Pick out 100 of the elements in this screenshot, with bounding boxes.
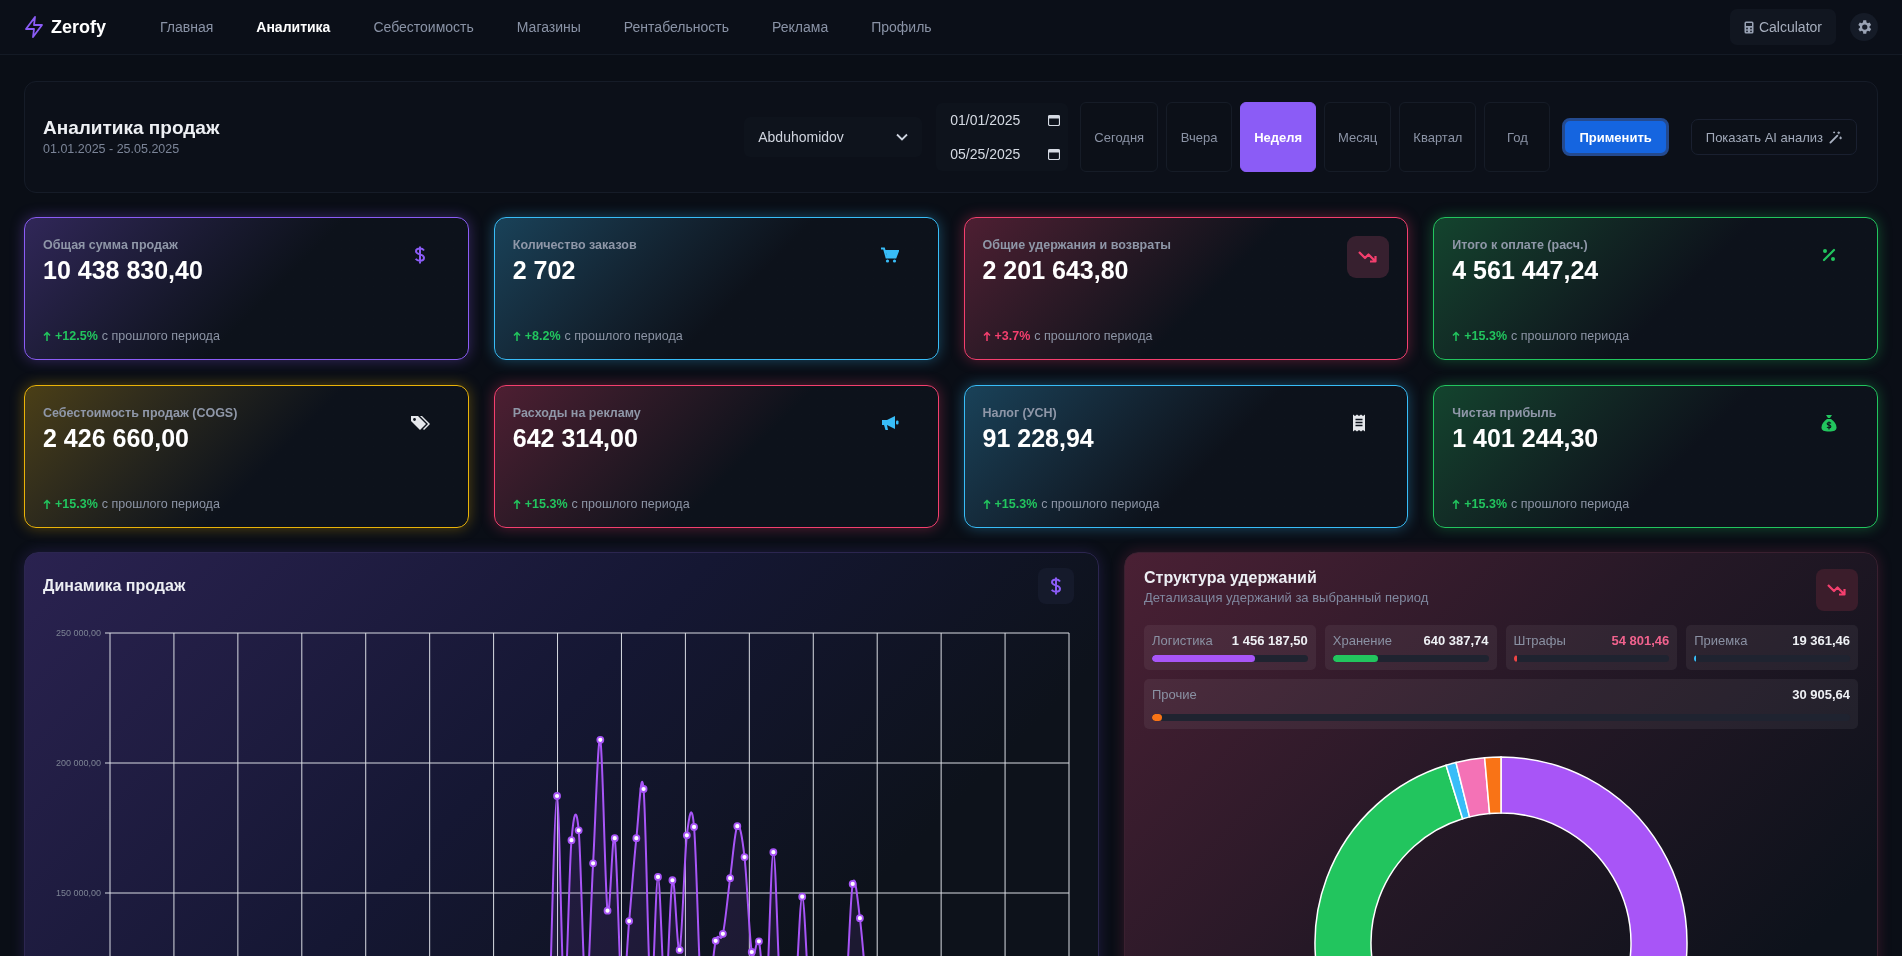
percent-icon	[1822, 248, 1836, 262]
point	[589, 859, 598, 868]
dollar-icon	[413, 246, 426, 264]
date-field[interactable]: 01/01/2025	[936, 103, 1069, 137]
y-axis-label: 200 000,00	[55, 758, 101, 768]
nav-link[interactable]: Магазины	[516, 19, 581, 35]
stat-value: 4 561 447,24	[1452, 256, 1599, 285]
period-button[interactable]: Неделя	[1240, 102, 1317, 172]
ai-analysis-button[interactable]: Показать AI анализ	[1690, 119, 1857, 155]
point	[610, 834, 619, 843]
nav-link[interactable]: Профиль	[871, 19, 932, 35]
period-button[interactable]: Квартал	[1399, 102, 1477, 172]
stat-value: 1 401 244,30	[1452, 424, 1599, 453]
point	[848, 880, 857, 888]
arrow-up-icon	[1452, 331, 1461, 341]
point	[733, 822, 742, 831]
change-percent: +3.7%	[994, 329, 1031, 343]
change-percent: +15.3%	[1464, 497, 1507, 511]
change-note: с прошлого периода	[1511, 497, 1630, 511]
calculator-button[interactable]: Calculator	[1729, 9, 1836, 45]
change-note: с прошлого периода	[101, 329, 220, 343]
point	[719, 929, 727, 938]
calendar-icon	[1048, 114, 1061, 126]
change-note: с прошлого периода	[1041, 497, 1160, 511]
deduction-value: 1 456 187,50	[1231, 633, 1308, 648]
point	[654, 872, 662, 881]
magic-wand-icon	[1829, 130, 1842, 144]
nav-link[interactable]: Себестоимость	[373, 19, 474, 35]
stat-value: 2 702	[512, 256, 576, 285]
nav-link[interactable]: Реклама	[772, 19, 829, 35]
y-axis-label: 150 000,00	[55, 888, 101, 898]
point	[553, 792, 561, 800]
change-percent: +15.3%	[55, 497, 98, 511]
megaphone-icon	[880, 415, 899, 431]
calendar-icon	[1048, 148, 1061, 160]
change-percent: +8.2%	[524, 329, 561, 343]
stat-title: Общие удержания и возвраты	[982, 238, 1171, 252]
stat-title: Расходы на рекламу	[512, 406, 641, 420]
panel-title: Структура удержаний	[1144, 569, 1318, 587]
dollar-icon	[1050, 577, 1062, 595]
arrow-up-icon	[43, 331, 51, 341]
receipt-icon	[1352, 414, 1367, 432]
point	[726, 874, 735, 883]
stat-title: Налог (УСН)	[982, 406, 1057, 420]
deduction-value: 30 905,64	[1792, 687, 1850, 702]
arrow-up-icon	[512, 331, 521, 341]
point	[596, 735, 605, 744]
point	[682, 831, 691, 840]
change-percent: +12.5%	[55, 329, 98, 343]
period-button[interactable]: Год	[1484, 102, 1551, 172]
trend-down-icon	[1358, 250, 1379, 264]
point	[690, 823, 698, 831]
point	[769, 848, 778, 857]
period-button[interactable]: Вчера	[1166, 102, 1233, 172]
change-note: с прошлого периода	[564, 329, 683, 343]
date-range-text: 01.01.2025 - 25.05.2025	[43, 142, 180, 156]
period-button[interactable]: Месяц	[1324, 102, 1392, 172]
deduction-label: Прочие	[1152, 687, 1197, 702]
stat-title: Чистая прибыль	[1452, 406, 1557, 420]
stat-title: Итого к оплате (расч.)	[1452, 238, 1588, 252]
date-field[interactable]: 05/25/2025	[936, 137, 1069, 171]
nav-link[interactable]: Главная	[160, 19, 214, 35]
point	[603, 906, 612, 915]
point	[574, 826, 583, 835]
arrow-up-icon	[512, 499, 521, 509]
trend-down-icon	[1827, 583, 1847, 597]
logo-text[interactable]: Zerofy	[51, 16, 106, 38]
settings-button[interactable]	[1850, 13, 1878, 41]
stat-value: 2 201 643,80	[982, 256, 1129, 285]
deduction-label: Приемка	[1694, 633, 1748, 648]
point	[632, 834, 641, 843]
chevron-down-icon	[896, 133, 909, 141]
stat-title: Общая сумма продаж	[43, 238, 178, 252]
point	[668, 876, 677, 885]
cart-icon	[880, 247, 899, 263]
lightning-icon	[24, 16, 44, 38]
change-note: с прошлого периода	[571, 497, 690, 511]
stat-value: 91 228,94	[982, 424, 1094, 453]
deduction-value: 640 387,74	[1423, 633, 1489, 648]
point	[798, 892, 807, 901]
nav-link[interactable]: Аналитика	[256, 19, 331, 35]
deduction-label: Логистика	[1152, 633, 1213, 648]
point	[675, 946, 684, 954]
stat-value: 2 426 660,00	[43, 424, 189, 453]
nav-link[interactable]: Рентабельность	[623, 19, 729, 35]
point	[740, 853, 749, 862]
stat-value: 642 314,00	[512, 424, 638, 453]
point	[755, 937, 763, 946]
point	[747, 948, 756, 956]
arrow-up-icon	[1452, 499, 1461, 509]
page-title: Аналитика продаж	[43, 117, 220, 139]
arrow-up-icon	[43, 499, 51, 509]
calculator-icon	[1743, 20, 1754, 34]
stat-value: 10 438 830,40	[43, 256, 203, 285]
apply-button[interactable]: Применить	[1562, 118, 1669, 156]
stat-title: Количество заказов	[512, 238, 637, 252]
money-bag-icon	[1821, 414, 1837, 432]
deduction-value: 19 361,46	[1792, 633, 1850, 648]
period-button[interactable]: Сегодня	[1080, 102, 1159, 172]
panel-subtitle: Детализация удержаний за выбранный период	[1144, 590, 1429, 605]
